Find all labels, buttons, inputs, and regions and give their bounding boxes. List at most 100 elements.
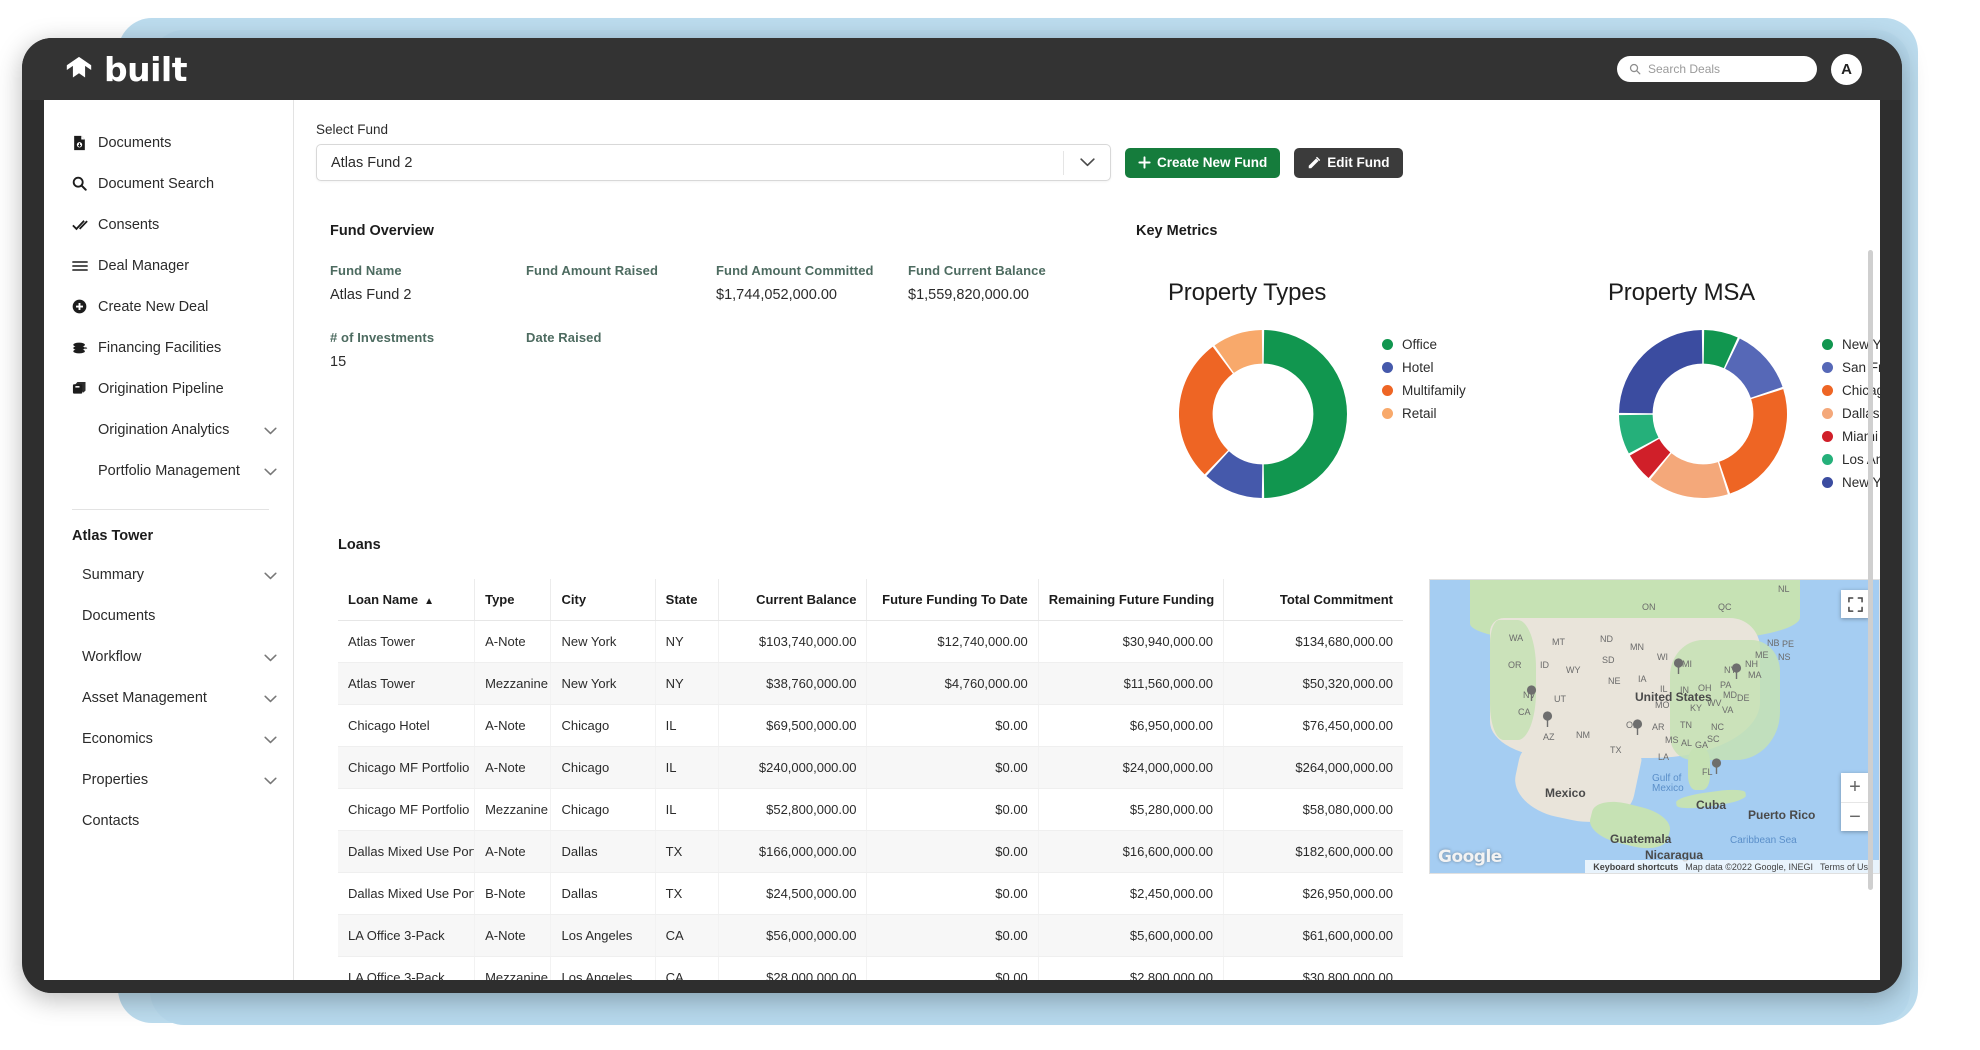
- sidebar-item-document-search[interactable]: Document Search: [44, 163, 293, 204]
- search-icon: [1629, 63, 1641, 75]
- content-scrollbar[interactable]: [1868, 250, 1873, 890]
- sidebar-item-consents[interactable]: Consents: [44, 204, 293, 245]
- legend-color-swatch: [1822, 408, 1833, 419]
- column-header-city[interactable]: City: [550, 579, 656, 621]
- map-keyboard-shortcuts[interactable]: Keyboard shortcuts: [1593, 862, 1678, 872]
- summary-row: Fund Overview Fund Name Atlas Fund 2 Fund …: [316, 223, 1880, 519]
- new-york-pin[interactable]: [1731, 663, 1742, 680]
- chevron-down-icon[interactable]: [264, 732, 277, 745]
- column-header-remaining-future-funding[interactable]: Remaining Future Funding: [1038, 579, 1225, 621]
- column-header-label: Future Funding To Date: [882, 592, 1028, 607]
- sidebar-item-portfolio-management[interactable]: Portfolio Management: [44, 450, 293, 491]
- column-header-loan-name[interactable]: Loan Name ▲: [338, 579, 476, 621]
- main-content: Select Fund Atlas Fund 2 Create New Fund…: [294, 100, 1880, 980]
- column-header-total-commitment[interactable]: Total Commitment: [1223, 579, 1403, 621]
- chevron-down-icon[interactable]: [1064, 158, 1110, 167]
- table-row[interactable]: Chicago MF Portfolio Mezzanine Chicago IL $5…: [338, 788, 1403, 831]
- sidebar-item-origination-analytics[interactable]: Origination Analytics: [44, 409, 293, 450]
- cell-total-commitment: $30,800,000.00: [1223, 956, 1403, 980]
- overview-key: Fund Current Balance: [908, 263, 1046, 278]
- cell-future-funding-to-date: $0.00: [866, 914, 1039, 957]
- cell-loan-name: LA Office 3-Pack: [338, 914, 476, 957]
- sidebar-item-origination-pipeline[interactable]: Origination Pipeline: [44, 368, 293, 409]
- chevron-down-icon[interactable]: [264, 464, 277, 477]
- table-row[interactable]: Chicago Hotel A-Note Chicago IL $69,500,000.…: [338, 704, 1403, 747]
- san-francisco-pin[interactable]: [1526, 685, 1537, 702]
- sidebar-subitem-properties[interactable]: Properties: [44, 759, 293, 800]
- cell-total-commitment: $76,450,000.00: [1223, 704, 1403, 747]
- sidebar-subitem-asset-management[interactable]: Asset Management: [44, 677, 293, 718]
- sidebar-item-create-new-deal[interactable]: Create New Deal: [44, 286, 293, 327]
- chevron-down-icon[interactable]: [264, 650, 277, 663]
- avatar[interactable]: A: [1831, 53, 1862, 85]
- table-row[interactable]: Dallas Mixed Use PortfolA-NoteDallasTX$1…: [338, 830, 1403, 873]
- sidebar-item-financing-facilities[interactable]: Financing Facilities: [44, 327, 293, 368]
- donut-chart[interactable]: [1158, 309, 1368, 519]
- plus-circle-icon: [72, 299, 89, 314]
- sidebar-item-documents[interactable]: Documents: [44, 122, 293, 163]
- sidebar-item-label: Consents: [98, 216, 160, 233]
- chevron-down-icon[interactable]: [264, 568, 277, 581]
- properties-map[interactable]: United States Mexico Cuba Puerto Rico Guatem…: [1429, 579, 1880, 874]
- cell-remaining-future-funding: $16,600,000.00: [1038, 830, 1225, 873]
- legend-item[interactable]: Retail: [1382, 402, 1466, 425]
- cell-state: IL: [655, 704, 720, 747]
- sidebar-subitem-documents[interactable]: Documents: [44, 595, 293, 636]
- legend-item[interactable]: Office: [1382, 333, 1466, 356]
- map-zoom-out-button[interactable]: −: [1841, 802, 1869, 831]
- search-input[interactable]: [1648, 62, 1805, 76]
- overview-cell-date-raised: Date Raised: [526, 330, 716, 371]
- cell-loan-name: LA Office 3-Pack: [338, 956, 476, 980]
- table-row[interactable]: LA Office 3-Pack A-Note Los Angeles CA $56,0…: [338, 914, 1403, 957]
- fund-select[interactable]: Atlas Fund 2: [316, 144, 1111, 181]
- chevron-down-icon[interactable]: [264, 691, 277, 704]
- column-header-state[interactable]: State: [655, 579, 720, 621]
- sidebar-item-label: Create New Deal: [98, 298, 209, 315]
- table-row[interactable]: Atlas Tower Mezzanine New York NY $38,760,00…: [338, 662, 1403, 705]
- cell-total-commitment: $134,680,000.00: [1223, 620, 1403, 663]
- cell-total-commitment: $50,320,000.00: [1223, 662, 1403, 705]
- cell-city: Dallas: [550, 872, 656, 915]
- create-new-fund-button[interactable]: Create New Fund: [1125, 147, 1281, 178]
- sidebar-item-deal-manager[interactable]: Deal Manager: [44, 245, 293, 286]
- global-search[interactable]: [1617, 56, 1817, 82]
- cell-current-balance: $24,500,000.00: [718, 872, 868, 915]
- sidebar-subitem-workflow[interactable]: Workflow: [44, 636, 293, 677]
- table-row[interactable]: Atlas Tower A-Note New York NY $103,740,000.…: [338, 620, 1403, 663]
- table-row[interactable]: Chicago MF Portfolio A-Note Chicago IL $240,…: [338, 746, 1403, 789]
- chicago-pin[interactable]: [1673, 658, 1684, 675]
- dallas-pin[interactable]: [1632, 719, 1643, 736]
- sidebar-subitem-summary[interactable]: Summary: [44, 554, 293, 595]
- map-terms-link[interactable]: Terms of Use: [1820, 862, 1873, 872]
- overview-value: $1,744,052,000.00: [716, 287, 837, 303]
- map-label: WY: [1566, 665, 1581, 675]
- cell-future-funding-to-date: $0.00: [866, 788, 1039, 831]
- create-new-fund-label: Create New Fund: [1157, 155, 1268, 170]
- column-header-future-funding-to-date[interactable]: Future Funding To Date: [866, 579, 1039, 621]
- legend-item[interactable]: Multifamily: [1382, 379, 1466, 402]
- column-header-current-balance[interactable]: Current Balance: [718, 579, 868, 621]
- map-fullscreen-button[interactable]: [1841, 590, 1869, 618]
- map-zoom-controls[interactable]: + −: [1841, 773, 1869, 831]
- sidebar-subitem-contacts[interactable]: Contacts: [44, 800, 293, 841]
- miami-pin[interactable]: [1711, 758, 1722, 775]
- los-angeles-pin[interactable]: [1542, 711, 1553, 728]
- brand-logo[interactable]: built: [64, 53, 188, 86]
- table-row[interactable]: Dallas Mixed Use PortfolB-NoteDallasTX$2…: [338, 872, 1403, 915]
- chevron-down-icon[interactable]: [264, 773, 277, 786]
- legend-item[interactable]: Hotel: [1382, 356, 1466, 379]
- map-zoom-in-button[interactable]: +: [1841, 773, 1869, 802]
- chart-title: Property Types: [1168, 279, 1327, 306]
- chevron-down-icon[interactable]: [264, 423, 277, 436]
- cell-type: Mezzanine: [474, 662, 552, 705]
- cell-loan-name: Atlas Tower: [338, 620, 476, 663]
- edit-fund-button[interactable]: Edit Fund: [1294, 147, 1403, 178]
- sort-ascending-icon: ▲: [424, 596, 434, 607]
- sidebar-subitem-economics[interactable]: Economics: [44, 718, 293, 759]
- map-label: MN: [1630, 642, 1644, 652]
- sidebar-group-title: Atlas Tower: [72, 528, 154, 544]
- column-header-type[interactable]: Type: [474, 579, 552, 621]
- donut-chart[interactable]: [1598, 309, 1808, 519]
- legend-color-swatch: [1822, 431, 1833, 442]
- table-row[interactable]: LA Office 3-Pack Mezzanine Los Angeles CA $2…: [338, 956, 1403, 980]
